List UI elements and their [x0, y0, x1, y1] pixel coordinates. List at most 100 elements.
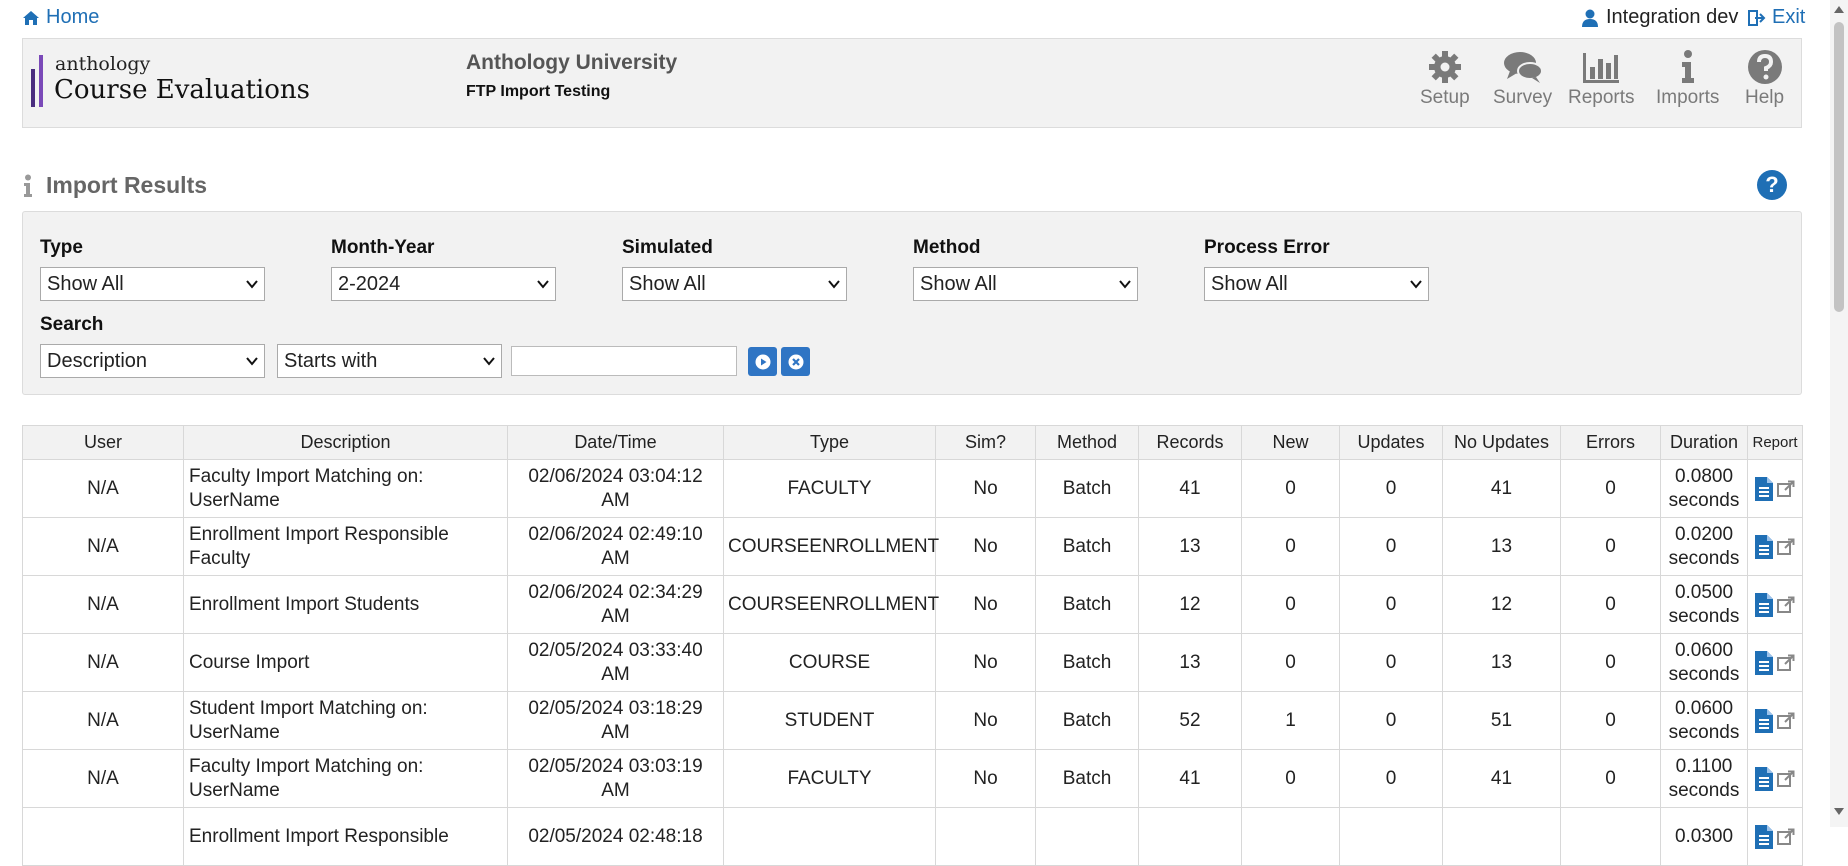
file-text-icon[interactable] [1755, 650, 1773, 675]
report-actions [1752, 708, 1798, 733]
cell-simulated: No [935, 749, 1036, 808]
gear-icon [1428, 51, 1461, 83]
cell-duration: 0.1100 seconds [1660, 749, 1748, 808]
cell-description-line: Faculty Import Matching on: [189, 755, 424, 777]
cell-duration-line: 0.1100 [1675, 755, 1733, 777]
cell-method: Batch [1035, 749, 1139, 808]
file-text-icon[interactable] [1755, 708, 1773, 733]
table-row: Enrollment Import Responsible 02/05/2024 … [22, 807, 1803, 866]
external-link-icon[interactable] [1777, 712, 1795, 730]
simulated-filter-select[interactable]: Show All [622, 267, 847, 301]
home-label: Home [46, 6, 100, 28]
column-header-records[interactable]: Records [1138, 425, 1242, 460]
logo-mark [31, 69, 35, 107]
instance-name: FTP Import Testing [466, 83, 611, 100]
method-filter-select[interactable]: Show All [913, 267, 1138, 301]
process-error-filter-select[interactable]: Show All [1204, 267, 1429, 301]
cell-no-updates: 41 [1442, 459, 1561, 518]
scrollbar-thumb[interactable] [1834, 22, 1844, 312]
home-icon [23, 10, 39, 25]
cell-no-updates: 13 [1442, 633, 1561, 692]
cell-report [1747, 517, 1803, 576]
sign-out-icon [1748, 9, 1766, 26]
cell-records: 52 [1138, 691, 1242, 750]
course-evaluations-logo[interactable]: anthology Course Evaluations [31, 53, 311, 113]
nav-help[interactable]: Help [1745, 49, 1784, 109]
external-link-icon[interactable] [1777, 770, 1795, 788]
cell-records: 13 [1138, 633, 1242, 692]
column-header-duration[interactable]: Duration [1660, 425, 1748, 460]
search-operator-select[interactable]: Starts with [277, 344, 502, 378]
scroll-down-arrow[interactable] [1834, 808, 1844, 815]
cell-new: 0 [1241, 749, 1340, 808]
external-link-icon[interactable] [1777, 538, 1795, 556]
cell-user: N/A [22, 749, 184, 808]
column-header-user[interactable]: User [22, 425, 184, 460]
type-filter-select[interactable]: Show All [40, 267, 265, 301]
cell-datetime-line: 02/05/2024 03:33:40 [528, 639, 703, 661]
cell-updates: 0 [1339, 691, 1443, 750]
scroll-up-arrow[interactable] [1834, 6, 1844, 13]
file-text-icon[interactable] [1755, 534, 1773, 559]
file-text-icon[interactable] [1755, 592, 1773, 617]
cell-description: Enrollment Import Responsible [183, 807, 508, 866]
report-actions [1752, 824, 1798, 849]
column-header-errors[interactable]: Errors [1560, 425, 1661, 460]
column-header-updates[interactable]: Updates [1339, 425, 1443, 460]
home-link[interactable]: Home [22, 6, 99, 29]
month-year-filter-select[interactable]: 2-2024 [331, 267, 556, 301]
external-link-icon[interactable] [1777, 596, 1795, 614]
column-header-type[interactable]: Type [723, 425, 936, 460]
month-year-filter-label: Month-Year [331, 237, 435, 258]
external-link-icon[interactable] [1777, 828, 1795, 846]
vertical-scrollbar[interactable] [1830, 0, 1848, 827]
cell-description-line: Enrollment Import Responsible [189, 825, 449, 847]
file-text-icon[interactable] [1755, 476, 1773, 501]
cell-report [1747, 575, 1803, 634]
column-header-no-updates[interactable]: No Updates [1442, 425, 1561, 460]
exit-link[interactable]: Exit [1748, 6, 1805, 29]
column-header-method[interactable]: Method [1035, 425, 1139, 460]
cell-datetime-line: 02/05/2024 03:03:19 [528, 755, 703, 777]
cell-user: N/A [22, 633, 184, 692]
external-link-icon[interactable] [1777, 480, 1795, 498]
chevron-down-icon [246, 357, 258, 366]
cell-report [1747, 807, 1803, 866]
cell-method: Batch [1035, 517, 1139, 576]
cell-updates: 0 [1339, 749, 1443, 808]
cell-duration-line: seconds [1668, 605, 1740, 627]
nav-survey[interactable]: Survey [1493, 49, 1552, 109]
column-header-description[interactable]: Description [183, 425, 508, 460]
comments-icon [1503, 52, 1543, 83]
cell-datetime: 02/05/2024 02:48:18 [507, 807, 724, 866]
cell-new: 0 [1241, 633, 1340, 692]
cell-records: 12 [1138, 575, 1242, 634]
cell-simulated: No [935, 575, 1036, 634]
cell-records: 13 [1138, 517, 1242, 576]
simulated-filter-value: Show All [629, 272, 706, 295]
external-link-icon[interactable] [1777, 654, 1795, 672]
search-input[interactable] [511, 346, 737, 376]
nav-setup[interactable]: Setup [1420, 49, 1470, 109]
search-clear-button[interactable] [781, 347, 810, 376]
file-text-icon[interactable] [1755, 824, 1773, 849]
column-header-datetime[interactable]: Date/Time [507, 425, 724, 460]
cell-datetime-line: AM [601, 605, 630, 627]
column-header-simulated[interactable]: Sim? [935, 425, 1036, 460]
cell-new: 1 [1241, 691, 1340, 750]
column-header-new[interactable]: New [1241, 425, 1340, 460]
cell-datetime: 02/06/2024 03:04:12 AM [507, 459, 724, 518]
report-actions [1752, 592, 1798, 617]
nav-imports[interactable]: Imports [1656, 49, 1719, 109]
search-label: Search [40, 314, 104, 335]
search-field-select[interactable]: Description [40, 344, 265, 378]
user-name: Integration dev [1606, 6, 1739, 28]
nav-imports-label: Imports [1656, 87, 1720, 108]
cell-duration: 0.0600 seconds [1660, 691, 1748, 750]
search-go-button[interactable] [748, 347, 777, 376]
cell-no-updates: 41 [1442, 749, 1561, 808]
cell-user: N/A [22, 691, 184, 750]
question-circle-icon[interactable]: ? [1757, 170, 1787, 200]
file-text-icon[interactable] [1755, 766, 1773, 791]
nav-reports[interactable]: Reports [1568, 49, 1635, 109]
